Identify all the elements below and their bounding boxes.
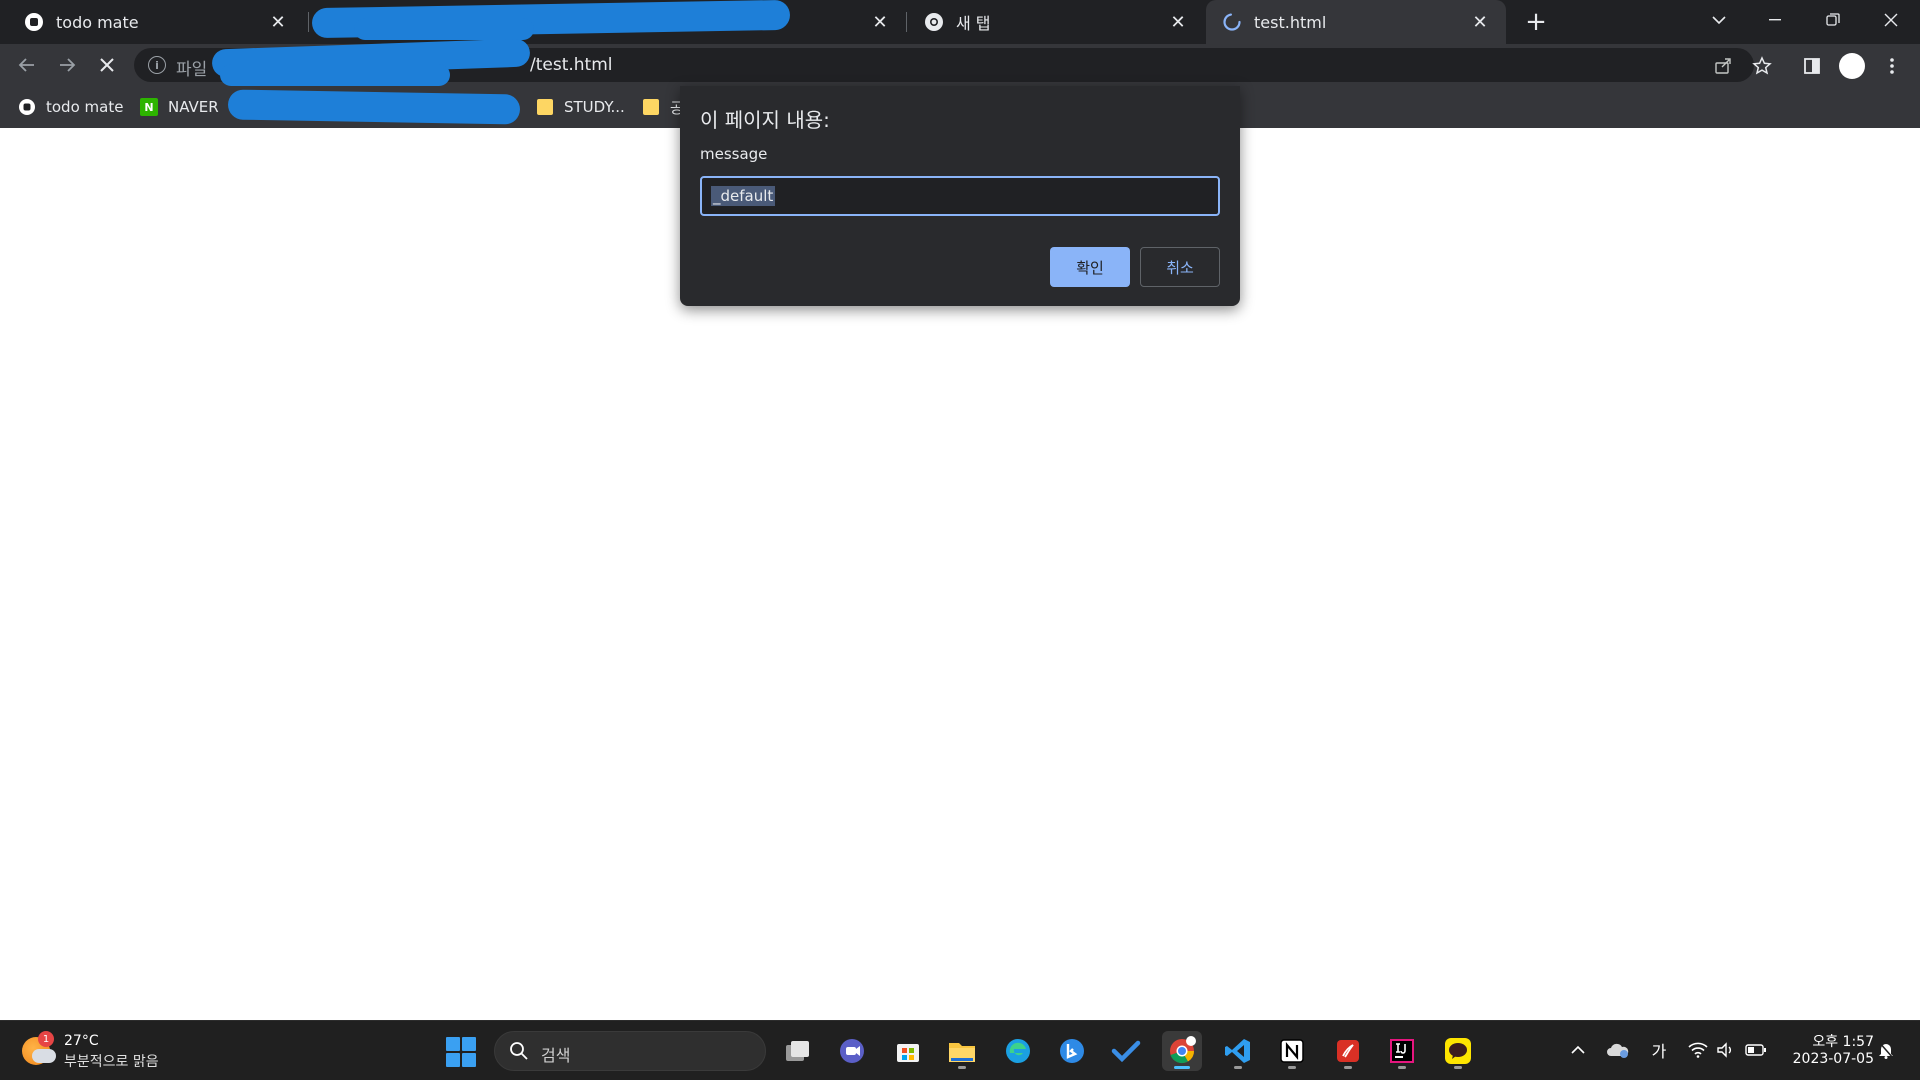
tab-separator bbox=[906, 12, 907, 32]
running-indicator bbox=[1234, 1066, 1242, 1069]
ok-button[interactable]: 확인 bbox=[1050, 247, 1130, 287]
close-icon[interactable]: ✕ bbox=[1166, 10, 1190, 34]
ime-indicator[interactable]: 가 bbox=[1644, 1035, 1674, 1065]
folder-icon bbox=[536, 98, 554, 116]
weather-cloud-icon bbox=[32, 1049, 56, 1063]
loading-spinner-icon bbox=[1222, 12, 1242, 32]
notifications-bell-icon[interactable] bbox=[1872, 1035, 1900, 1065]
browser-toolbar: i 파일 /test.html bbox=[0, 38, 1920, 86]
wifi-icon[interactable] bbox=[1684, 1035, 1712, 1065]
prompt-input-value: _default bbox=[711, 186, 776, 206]
cancel-button[interactable]: 취소 bbox=[1140, 247, 1220, 287]
tab-strip: todo mate ✕ ✕ 새 탭 ✕ test.html ✕ + bbox=[0, 0, 1920, 44]
back-arrow-icon[interactable] bbox=[10, 48, 44, 82]
url-scheme: 파일 bbox=[176, 60, 208, 80]
bookmark-label: STUDY... bbox=[564, 98, 625, 116]
restore-icon[interactable] bbox=[1806, 0, 1860, 40]
running-indicator bbox=[1288, 1066, 1296, 1069]
bookmark-star-icon[interactable] bbox=[1746, 50, 1778, 82]
dialog-title: 이 페이지 내용: bbox=[700, 108, 830, 132]
microsoft-store-icon[interactable] bbox=[888, 1031, 928, 1071]
todo-check-icon[interactable] bbox=[1106, 1031, 1146, 1071]
tab-label: test.html bbox=[1254, 12, 1327, 32]
tab-separator bbox=[308, 12, 309, 32]
minimize-icon[interactable] bbox=[1748, 0, 1802, 40]
battery-icon[interactable] bbox=[1742, 1035, 1770, 1065]
running-indicator bbox=[1454, 1066, 1462, 1069]
bookmark-naver[interactable]: N NAVER bbox=[140, 94, 219, 120]
tab-search-icon[interactable] bbox=[1692, 0, 1746, 40]
tab-todo-mate[interactable]: todo mate ✕ bbox=[8, 0, 304, 44]
close-icon[interactable]: ✕ bbox=[868, 10, 892, 34]
chrome-icon bbox=[924, 12, 944, 32]
intellij-icon[interactable] bbox=[1382, 1031, 1422, 1071]
kebab-menu-icon[interactable] bbox=[1876, 50, 1908, 82]
chrome-icon[interactable] bbox=[1162, 1031, 1202, 1071]
windows-start-icon[interactable] bbox=[446, 1037, 476, 1067]
bing-icon[interactable] bbox=[1052, 1031, 1092, 1071]
forward-arrow-icon[interactable] bbox=[50, 48, 84, 82]
bookmark-folder[interactable]: 공 bbox=[642, 94, 684, 120]
active-indicator bbox=[1174, 1066, 1190, 1069]
redaction-scribble bbox=[354, 18, 534, 40]
clock-time[interactable]: 오후 1:57 bbox=[1788, 1031, 1874, 1051]
new-tab-button[interactable]: + bbox=[1520, 6, 1552, 38]
tab-test-html[interactable]: test.html ✕ bbox=[1206, 0, 1506, 44]
search-icon bbox=[509, 1041, 529, 1061]
close-icon[interactable]: ✕ bbox=[266, 10, 290, 34]
prompt-input[interactable]: _default bbox=[700, 176, 1220, 216]
notion-icon[interactable] bbox=[1272, 1031, 1312, 1071]
onedrive-cloud-icon[interactable] bbox=[1604, 1035, 1632, 1065]
weather-temperature: 27°C bbox=[64, 1033, 99, 1049]
bookmark-label: NAVER bbox=[168, 98, 219, 116]
running-indicator bbox=[1398, 1066, 1406, 1069]
taskbar: 1 27°C 부분적으로 맑음 검색 가 오후 1:57 2023-07-05 bbox=[0, 1020, 1920, 1080]
redaction-scribble bbox=[220, 64, 450, 86]
tray-overflow-icon[interactable] bbox=[1566, 1035, 1590, 1065]
running-indicator bbox=[1344, 1066, 1352, 1069]
stop-loading-icon[interactable] bbox=[90, 48, 124, 82]
todo-mate-icon bbox=[18, 98, 36, 116]
profile-avatar[interactable] bbox=[1836, 50, 1868, 82]
teams-chat-icon[interactable] bbox=[832, 1031, 872, 1071]
close-window-icon[interactable] bbox=[1864, 0, 1918, 40]
tab-label: 새 탭 bbox=[956, 14, 991, 33]
vscode-icon[interactable] bbox=[1218, 1031, 1258, 1071]
running-indicator bbox=[958, 1066, 966, 1069]
file-explorer-icon[interactable] bbox=[942, 1031, 982, 1071]
weather-widget[interactable]: 1 27°C 부분적으로 맑음 bbox=[22, 1031, 202, 1071]
volume-icon[interactable] bbox=[1712, 1035, 1740, 1065]
search-placeholder: 검색 bbox=[541, 1046, 571, 1065]
url-path: /test.html bbox=[530, 55, 613, 75]
tab-label: todo mate bbox=[56, 12, 139, 32]
avatar bbox=[1839, 53, 1865, 79]
kakaotalk-icon[interactable] bbox=[1438, 1031, 1478, 1071]
tab-new-tab[interactable]: 새 탭 ✕ bbox=[908, 0, 1204, 44]
weather-condition: 부분적으로 맑음 bbox=[64, 1054, 159, 1070]
info-icon[interactable]: i bbox=[148, 56, 166, 74]
prompt-dialog: 이 페이지 내용: message _default 확인 취소 bbox=[680, 86, 1240, 306]
side-panel-icon[interactable] bbox=[1796, 50, 1828, 82]
close-icon[interactable]: ✕ bbox=[1468, 10, 1492, 34]
edge-icon[interactable] bbox=[998, 1031, 1038, 1071]
folder-icon bbox=[642, 98, 660, 116]
pdf-reader-icon[interactable] bbox=[1328, 1031, 1368, 1071]
bookmark-todo-mate[interactable]: todo mate bbox=[18, 94, 123, 120]
taskbar-search[interactable]: 검색 bbox=[494, 1031, 766, 1071]
notification-badge: 1 bbox=[38, 1031, 54, 1047]
redaction-scribble bbox=[227, 89, 521, 125]
task-view-icon[interactable] bbox=[778, 1031, 818, 1071]
address-bar[interactable]: i 파일 /test.html bbox=[134, 38, 1754, 86]
share-icon[interactable] bbox=[1712, 55, 1734, 77]
todo-mate-icon bbox=[24, 12, 44, 32]
bookmark-label: todo mate bbox=[46, 98, 124, 116]
naver-icon: N bbox=[140, 98, 158, 116]
dialog-message: message bbox=[700, 145, 768, 163]
bookmark-study-folder[interactable]: STUDY... bbox=[536, 94, 625, 120]
clock-date[interactable]: 2023-07-05 bbox=[1780, 1051, 1874, 1067]
